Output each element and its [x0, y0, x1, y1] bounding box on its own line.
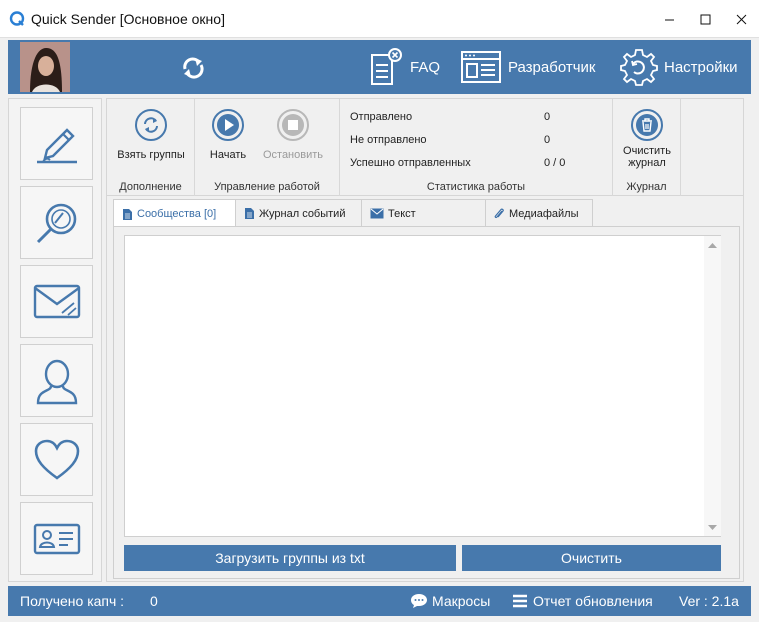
faq-label: FAQ: [410, 58, 441, 76]
start-label: Начать: [209, 149, 247, 161]
document-icon: [121, 207, 133, 221]
tab-text[interactable]: Текст: [361, 199, 486, 227]
ribbon-group-stats: Отправлено 0 Не отправлено 0 Успешно отп…: [340, 99, 613, 196]
tab-media[interactable]: Медиафайлы: [485, 199, 593, 227]
developer-button[interactable]: Разработчик: [460, 45, 595, 89]
maximize-button[interactable]: [687, 0, 723, 38]
sidebar-item-edit[interactable]: [20, 107, 93, 180]
refresh-icon: [135, 109, 167, 141]
version-label: Ver : 2.1a: [679, 593, 739, 609]
trash-icon: [631, 109, 663, 141]
scroll-up-arrow-icon[interactable]: [704, 236, 721, 253]
browser-window-icon: [461, 51, 501, 83]
heart-icon: [34, 439, 79, 480]
pen-icon: [36, 127, 77, 163]
tab-strip: Сообщества [0] Журнал событий Текст Меди…: [113, 199, 593, 228]
stat-not-sent-label: Не отправлено: [350, 134, 427, 146]
take-groups-button[interactable]: Взять группы: [107, 109, 195, 161]
close-button[interactable]: [723, 0, 759, 38]
status-bar: Получено капч : 0 Макросы Отчет обновлен…: [8, 586, 751, 616]
play-icon: [212, 109, 244, 141]
document-icon: [243, 207, 255, 221]
stat-sent: Отправлено 0: [350, 111, 610, 123]
clear-journal-button[interactable]: Очистить журнал: [613, 109, 681, 169]
title-bar: Quick Sender [Основное окно]: [0, 0, 759, 38]
top-banner: FAQ Разработчик Настройки: [8, 40, 751, 94]
search-icon: [36, 203, 76, 243]
minimize-button[interactable]: [651, 0, 687, 38]
macros-button[interactable]: Макросы: [410, 586, 490, 616]
sidebar-item-messages[interactable]: [20, 265, 93, 338]
stat-not-sent-value: 0: [544, 134, 551, 146]
list-icon: [513, 594, 527, 608]
scroll-down-arrow-icon[interactable]: [704, 519, 721, 536]
id-card-icon: [33, 523, 80, 554]
start-button[interactable]: Начать: [203, 109, 253, 161]
stop-button[interactable]: Остановить: [257, 109, 329, 161]
window-controls: [651, 0, 759, 38]
update-report-label: Отчет обновления: [533, 593, 653, 609]
sidebar-item-likes[interactable]: [20, 423, 93, 496]
settings-button[interactable]: Настройки: [618, 45, 738, 89]
ribbon-group-journal: Очистить журнал Журнал: [613, 99, 681, 196]
sync-button[interactable]: [176, 52, 210, 82]
app-logo-icon: [9, 10, 25, 27]
tab-text-label: Текст: [388, 207, 416, 220]
ribbon-group-control: Начать Остановить Управление работой: [195, 99, 340, 196]
stat-not-sent: Не отправлено 0: [350, 134, 610, 146]
update-report-button[interactable]: Отчет обновления: [512, 586, 653, 616]
tab-event-log-label: Журнал событий: [259, 207, 346, 220]
settings-label: Настройки: [664, 58, 738, 76]
macros-label: Макросы: [432, 593, 491, 609]
window-title: Quick Sender [Основное окно]: [31, 10, 225, 27]
sidebar-item-search[interactable]: [20, 186, 93, 259]
captcha-count-label: Получено капч :: [20, 593, 125, 609]
ribbon-toolbar: Взять группы Дополнение Начать Остановит…: [107, 99, 743, 196]
tab-media-label: Медиафайлы: [509, 207, 579, 220]
user-avatar[interactable]: [20, 42, 70, 92]
chat-bubble-icon: [411, 594, 427, 608]
take-groups-label: Взять группы: [117, 149, 185, 161]
stop-icon: [277, 109, 309, 141]
captcha-count-value: 0: [150, 593, 158, 609]
faq-button[interactable]: FAQ: [368, 45, 440, 89]
clear-button[interactable]: Очистить: [462, 545, 721, 571]
tab-communities-label: Сообщества [0]: [137, 208, 217, 220]
stat-success-value: 0 / 0: [544, 157, 566, 169]
clear-journal-label-2: журнал: [628, 157, 666, 169]
envelope-icon: [33, 284, 80, 318]
paperclip-icon: [493, 207, 505, 221]
developer-label: Разработчик: [508, 58, 596, 76]
groups-textarea[interactable]: [124, 235, 721, 537]
stat-success-label: Успешно отправленных: [350, 157, 471, 169]
stat-success: Успешно отправленных 0 / 0: [350, 157, 610, 169]
sidebar: [8, 98, 102, 582]
ribbon-group-addition: Взять группы Дополнение: [107, 99, 195, 196]
load-groups-button[interactable]: Загрузить группы из txt: [124, 545, 456, 571]
tab-event-log[interactable]: Журнал событий: [235, 199, 362, 227]
stat-sent-value: 0: [544, 111, 551, 123]
ribbon-group-control-label: Управление работой: [214, 181, 320, 193]
sync-icon: [183, 57, 204, 79]
stop-label: Остановить: [262, 149, 324, 161]
person-icon: [36, 359, 77, 404]
ribbon-group-journal-label: Журнал: [626, 181, 667, 193]
main-panel: Взять группы Дополнение Начать Остановит…: [106, 98, 744, 582]
tab-communities[interactable]: Сообщества [0]: [113, 199, 236, 228]
clear-journal-label-1: Очистить: [623, 145, 671, 157]
sidebar-item-profile[interactable]: [20, 344, 93, 417]
gear-icon: [620, 49, 658, 86]
faq-document-icon: [371, 48, 402, 85]
tab-panel-communities: Загрузить группы из txt Очистить: [113, 226, 740, 579]
envelope-icon: [369, 207, 384, 221]
stat-sent-label: Отправлено: [350, 111, 413, 123]
ribbon-group-addition-label: Дополнение: [119, 181, 182, 193]
textarea-scrollbar[interactable]: [704, 236, 721, 536]
ribbon-group-stats-label: Статистика работы: [426, 181, 526, 193]
sidebar-item-contacts[interactable]: [20, 502, 93, 575]
